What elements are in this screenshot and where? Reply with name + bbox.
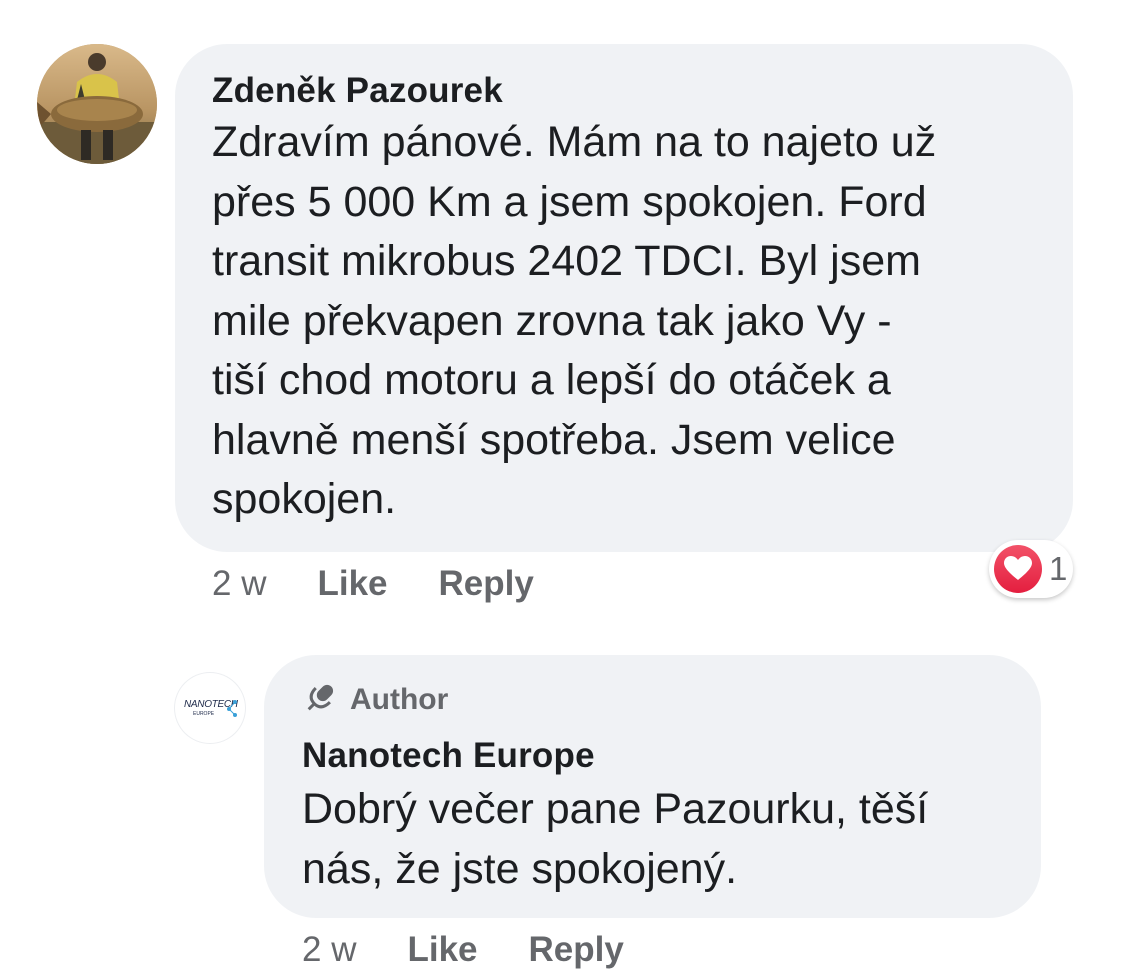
molecule-icon: [227, 700, 237, 717]
comment-text: Dobrý večer pane Pazourku, těší nás, že …: [302, 785, 929, 893]
avatar[interactable]: [37, 44, 157, 164]
avatar[interactable]: NANOTECH EUROPE: [175, 673, 245, 743]
comment-bubble: Author Nanotech Europe Dobrý večer pane …: [264, 655, 1041, 918]
like-button[interactable]: Like: [407, 930, 477, 970]
comment-author[interactable]: Nanotech Europe: [302, 735, 1011, 777]
comment-author[interactable]: Zdeněk Pazourek: [212, 70, 1043, 112]
reply-button[interactable]: Reply: [439, 564, 534, 604]
comment-timestamp[interactable]: 2 w: [302, 930, 356, 970]
comment-bubble: Zdeněk Pazourek Zdravím pánové. Mám na t…: [175, 44, 1073, 552]
author-badge: Author: [302, 679, 1011, 721]
microphone-icon: [302, 680, 338, 721]
comment-timestamp[interactable]: 2 w: [212, 564, 266, 604]
comment-actions: 2 w Like Reply: [212, 562, 585, 606]
reaction-count: 1: [1049, 550, 1068, 587]
comment-text: Zdravím pánové. Mám na to najeto už přes…: [212, 118, 937, 523]
author-badge-label: Author: [350, 683, 449, 716]
reaction-summary[interactable]: 1: [989, 540, 1073, 598]
comment-actions: 2 w Like Reply: [302, 928, 675, 972]
logo-subtext: EUROPE: [193, 711, 215, 717]
heart-icon: [994, 545, 1042, 593]
reply-button[interactable]: Reply: [529, 930, 624, 970]
like-button[interactable]: Like: [317, 564, 387, 604]
